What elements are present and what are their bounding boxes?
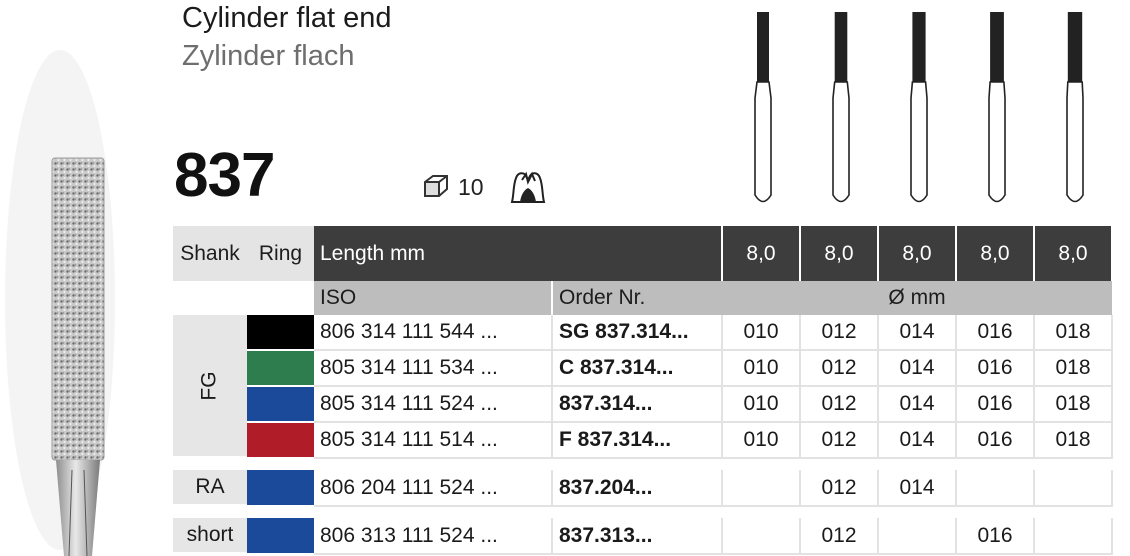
diameter-value: 018 [1034, 315, 1113, 351]
ring-color-swatch [247, 350, 314, 387]
tooth-icon [510, 171, 546, 203]
length-value: 8,0 [800, 226, 879, 281]
diameter-value: 012 [800, 350, 879, 387]
diameter-value: 012 [800, 315, 879, 351]
header-iso: ISO [314, 281, 553, 315]
diameter-value: 014 [878, 470, 957, 507]
ring-color-swatch [247, 422, 314, 459]
diameter-value [722, 518, 801, 555]
blank-cell [173, 281, 247, 315]
iso-code: 806 314 111 544 ... [314, 315, 553, 351]
diameter-value: 014 [878, 422, 957, 459]
diameter-value [1034, 470, 1113, 507]
header-order: Order Nr. [552, 281, 722, 315]
table-row: 805 314 111 524 ... 837.314... 010 012 0… [173, 386, 1113, 423]
header-ring: Ring [247, 226, 314, 281]
iso-code: 805 314 111 534 ... [314, 350, 553, 387]
ring-color-swatch [247, 386, 314, 423]
ring-color-swatch [247, 518, 314, 555]
diameter-value: 018 [1034, 386, 1113, 423]
iso-code: 806 204 111 524 ... [314, 470, 553, 507]
table-subheader-row: ISO Order Nr. Ø mm [173, 281, 1112, 315]
table-row: FG 806 314 111 544 ... SG 837.314... 010… [173, 315, 1113, 460]
diameter-value [722, 470, 801, 507]
bur-product-image [5, 50, 115, 556]
order-number: 837.204... [552, 470, 723, 507]
ring-color-swatch [247, 315, 314, 351]
table-row: 805 314 111 514 ... F 837.314... 010 012… [173, 422, 1113, 459]
header-diameter: Ø mm [722, 281, 1112, 315]
diameter-value: 016 [956, 386, 1035, 423]
bur-shank-shape [988, 81, 1006, 203]
diameter-value: 010 [722, 315, 801, 351]
table-header-row: Shank Ring Length mm 8,0 8,0 8,0 8,0 8,0 [173, 226, 1113, 281]
diameter-value [1034, 518, 1113, 555]
diameter-value: 018 [1034, 422, 1113, 459]
bur-shank-shape [754, 81, 772, 203]
product-title-de: Zylinder flach [182, 40, 355, 72]
shank-fg: FG [173, 315, 247, 460]
iso-code: 805 314 111 514 ... [314, 422, 553, 459]
diameter-value: 016 [956, 422, 1035, 459]
length-value: 8,0 [1034, 226, 1113, 281]
bur-head-shape [990, 12, 1004, 82]
iso-code: 805 314 111 524 ... [314, 386, 553, 423]
iso-code: 806 313 111 524 ... [314, 518, 553, 555]
bur-size-illustrations [754, 12, 1084, 203]
diameter-value: 010 [722, 386, 801, 423]
diameter-value: 016 [956, 350, 1035, 387]
bur-head-shape [834, 12, 848, 82]
diameter-value: 012 [800, 386, 879, 423]
shank-short: short [173, 518, 247, 556]
bur-shank-shape [910, 81, 928, 203]
diameter-value: 018 [1034, 350, 1113, 387]
diameter-value: 010 [722, 350, 801, 387]
shank-ra: RA [173, 470, 247, 508]
specification-table: Shank Ring Length mm 8,0 8,0 8,0 8,0 8,0… [173, 226, 1113, 556]
diameter-value [956, 470, 1035, 507]
pack-quantity: 10 [458, 174, 484, 200]
diameter-value: 016 [956, 518, 1035, 555]
table-row: short 806 313 111 524 ... 837.313... 012… [173, 518, 1113, 556]
row-spacer [173, 458, 1112, 470]
bur-shank-shape [832, 81, 850, 203]
package-box-icon [424, 175, 448, 197]
table-row: 805 314 111 534 ... C 837.314... 010 012… [173, 350, 1113, 387]
diameter-value: 012 [800, 470, 879, 507]
diameter-value: 014 [878, 386, 957, 423]
table-row: RA 806 204 111 524 ... 837.204... 012 01… [173, 470, 1113, 508]
header-length: Length mm [314, 226, 723, 281]
order-number: F 837.314... [552, 422, 723, 459]
length-value: 8,0 [956, 226, 1035, 281]
order-number: C 837.314... [552, 350, 723, 387]
bur-head-shape [912, 12, 926, 82]
row-spacer [173, 506, 1112, 518]
diameter-value: 014 [878, 350, 957, 387]
blank-cell [247, 281, 314, 315]
diameter-value: 010 [722, 422, 801, 459]
order-number: 837.314... [552, 386, 723, 423]
length-value: 8,0 [722, 226, 801, 281]
bur-head-shape [1067, 12, 1083, 82]
diameter-value: 012 [800, 422, 879, 459]
shank-fg-label: FG [197, 370, 221, 401]
bur-shank-shape [1066, 81, 1084, 203]
product-title-en: Cylinder flat end [182, 2, 392, 34]
bur-head-shape [757, 12, 769, 82]
diameter-value: 016 [956, 315, 1035, 351]
diameter-value: 012 [800, 518, 879, 555]
diameter-value: 014 [878, 315, 957, 351]
ring-color-swatch [247, 470, 314, 507]
order-number: 837.313... [552, 518, 723, 555]
model-number: 837 [174, 141, 275, 210]
length-value: 8,0 [878, 226, 957, 281]
header-shank: Shank [173, 226, 247, 281]
diameter-value [878, 518, 957, 555]
order-number: SG 837.314... [552, 315, 723, 351]
